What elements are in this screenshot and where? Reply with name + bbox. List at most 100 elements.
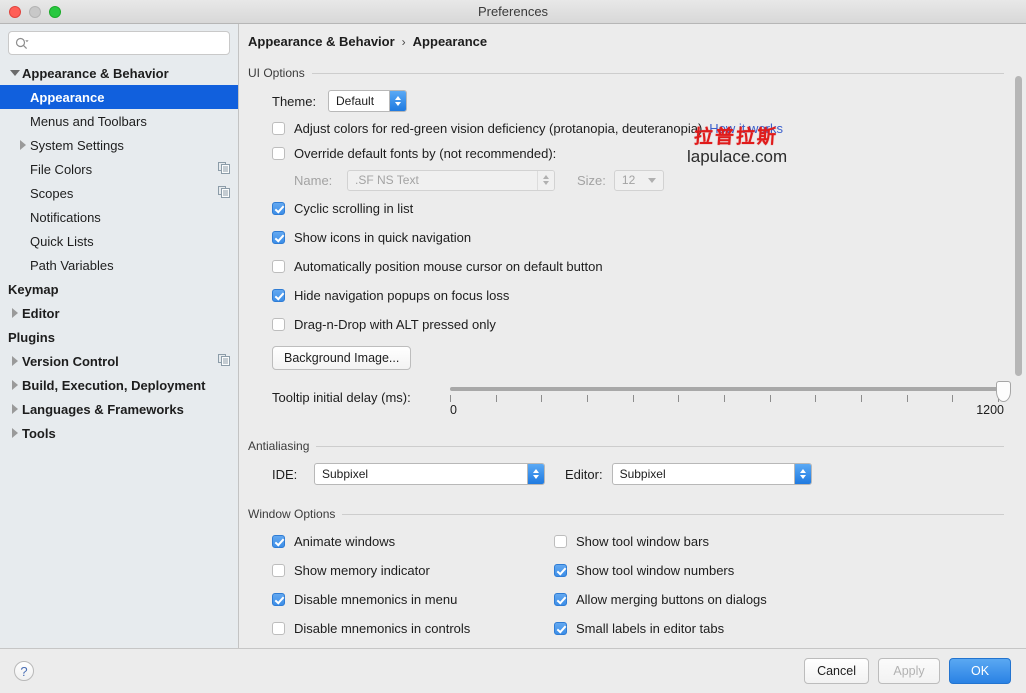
font-size-label: Size: (577, 172, 606, 188)
checkbox-label: Show icons in quick navigation (294, 230, 472, 245)
checkbox[interactable] (554, 564, 567, 577)
sidebar-item-path-variables[interactable]: Path Variables (0, 253, 238, 277)
checkbox-label: Disable mnemonics in menu (294, 592, 458, 607)
checkbox-row[interactable]: Show tool window bars (554, 527, 1004, 556)
checkbox-row[interactable]: Animate windows (272, 527, 554, 556)
sidebar-item-build-execution-deployment[interactable]: Build, Execution, Deployment (0, 373, 238, 397)
tooltip-delay-slider[interactable]: 0 1200 (450, 381, 1011, 417)
sidebar-item-notifications[interactable]: Notifications (0, 205, 238, 229)
help-button[interactable]: ? (14, 661, 34, 681)
background-image-row: Background Image... (248, 339, 1004, 377)
search-icon (15, 37, 30, 50)
sidebar-item-file-colors[interactable]: File Colors (0, 157, 238, 181)
editor-antialias-select[interactable]: Subpixel (611, 463, 812, 485)
checkbox-label: Disable mnemonics in controls (294, 621, 471, 636)
checkbox[interactable] (272, 318, 285, 331)
override-fonts-row[interactable]: Override default fonts by (not recommend… (248, 141, 1004, 166)
color-deficiency-row[interactable]: Adjust colors for red-green vision defic… (248, 116, 1004, 141)
slider-tick (769, 395, 771, 402)
window-options-left-column: Animate windows Show memory indicator Disa… (272, 527, 554, 643)
sidebar-item-system-settings[interactable]: System Settings (0, 133, 238, 157)
breadcrumb: Appearance & Behavior › Appearance (240, 24, 1026, 49)
checkbox-row[interactable]: Small labels in editor tabs (554, 614, 1004, 643)
twisty-collapsed-icon[interactable] (8, 421, 22, 445)
checkbox-row[interactable]: Disable mnemonics in controls (272, 614, 554, 643)
twisty-collapsed-icon[interactable] (8, 349, 22, 373)
apply-button[interactable]: Apply (878, 658, 940, 684)
checkbox[interactable] (272, 622, 285, 635)
checkbox-row[interactable]: Disable mnemonics in menu (272, 585, 554, 614)
override-fonts-checkbox[interactable] (272, 147, 285, 160)
sidebar-item-label: File Colors (30, 161, 93, 177)
group-divider (342, 513, 1004, 515)
checkbox-row[interactable]: Automatically position mouse cursor on d… (272, 252, 1004, 281)
checkbox-row[interactable]: Show tool window numbers (554, 556, 1004, 585)
twisty-collapsed-icon[interactable] (8, 301, 22, 325)
checkbox-row[interactable]: Drag-n-Drop with ALT pressed only (272, 310, 1004, 339)
checkbox-row[interactable]: Cyclic scrolling in list (272, 194, 1004, 223)
sidebar-item-keymap[interactable]: Keymap (0, 277, 238, 301)
ok-button[interactable]: OK (949, 658, 1011, 684)
checkbox-row[interactable]: Hide navigation popups on focus loss (272, 281, 1004, 310)
checkbox[interactable] (554, 535, 567, 548)
window-options-right-column: Show tool window bars Show tool window nu… (554, 527, 1004, 643)
color-deficiency-checkbox[interactable] (272, 122, 285, 135)
sidebar-item-scopes[interactable]: Scopes (0, 181, 238, 205)
checkbox[interactable] (272, 231, 285, 244)
checkbox[interactable] (554, 593, 567, 606)
twisty-expanded-icon[interactable] (8, 61, 22, 85)
sidebar-item-appearance-behavior[interactable]: Appearance & Behavior (0, 61, 238, 85)
copy-icon[interactable] (218, 161, 230, 177)
checkbox[interactable] (554, 622, 567, 635)
slider-track[interactable] (450, 387, 998, 391)
settings-sidebar: Appearance & Behavior Appearance Menus and… (0, 24, 239, 648)
slider-thumb[interactable] (996, 381, 1011, 402)
theme-select[interactable]: Default (328, 90, 407, 112)
sidebar-item-plugins[interactable]: Plugins (0, 325, 238, 349)
checkbox[interactable] (272, 564, 285, 577)
checkbox[interactable] (272, 593, 285, 606)
checkbox[interactable] (272, 260, 285, 273)
chevron-up-icon (543, 175, 549, 179)
sidebar-item-appearance[interactable]: Appearance (0, 85, 238, 109)
checkbox[interactable] (272, 535, 285, 548)
checkbox[interactable] (272, 289, 285, 302)
search-input[interactable] (30, 33, 229, 53)
checkbox-label: Show tool window bars (576, 534, 709, 549)
checkbox-row[interactable]: Show icons in quick navigation (272, 223, 1004, 252)
sidebar-item-version-control[interactable]: Version Control (0, 349, 238, 373)
font-name-select: .SF NS Text (347, 169, 555, 191)
twisty-collapsed-icon[interactable] (16, 133, 30, 157)
copy-icon[interactable] (218, 185, 230, 201)
stepper-icon[interactable] (389, 91, 406, 111)
sidebar-item-tools[interactable]: Tools (0, 421, 238, 445)
checkbox-row[interactable]: Allow merging buttons on dialogs (554, 585, 1004, 614)
slider-tick (815, 395, 817, 402)
sidebar-item-editor[interactable]: Editor (0, 301, 238, 325)
twisty-collapsed-icon[interactable] (8, 373, 22, 397)
copy-icon[interactable] (218, 353, 230, 369)
sidebar-item-quick-lists[interactable]: Quick Lists (0, 229, 238, 253)
background-image-button[interactable]: Background Image... (272, 346, 412, 370)
stepper-icon[interactable] (793, 464, 811, 484)
breadcrumb-root[interactable]: Appearance & Behavior (248, 34, 395, 49)
checkbox-row[interactable]: Show memory indicator (272, 556, 554, 585)
sidebar-item-label: Menus and Toolbars (30, 113, 147, 129)
checkbox[interactable] (272, 202, 285, 215)
twisty-collapsed-icon[interactable] (8, 397, 22, 421)
preferences-dialog: Preferences Appearance & Behavior Appeara… (0, 0, 1026, 693)
font-name-label: Name: (294, 172, 333, 188)
slider-max-label: 1200 (976, 403, 1004, 417)
scrollbar-thumb[interactable] (1015, 76, 1022, 376)
sidebar-item-languages-frameworks[interactable]: Languages & Frameworks (0, 397, 238, 421)
font-name-value: .SF NS Text (355, 173, 419, 187)
main-scrollbar[interactable] (1015, 76, 1022, 648)
sidebar-item-menus-and-toolbars[interactable]: Menus and Toolbars (0, 109, 238, 133)
stepper-icon[interactable] (527, 464, 544, 484)
search-box[interactable] (8, 31, 230, 55)
cancel-button[interactable]: Cancel (804, 658, 869, 684)
ide-antialias-select[interactable]: Subpixel (314, 463, 545, 485)
antialiasing-row: IDE: Subpixel Editor: Subpixel (248, 459, 1004, 489)
font-size-select: 12 (613, 169, 664, 191)
chevron-down-icon (799, 475, 806, 479)
